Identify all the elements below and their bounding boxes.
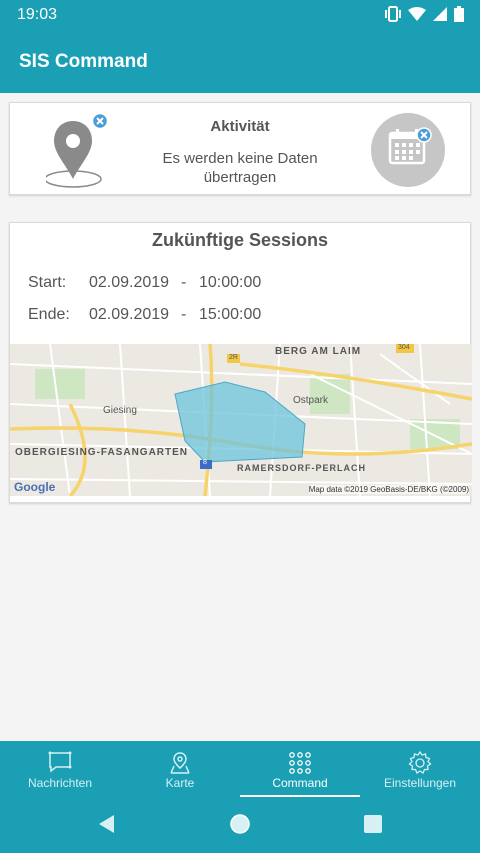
nav-label-nachrichten: Nachrichten (27, 776, 93, 790)
map-label-ostpark: Ostpark (293, 395, 329, 406)
map-label-giesing: Giesing (103, 405, 137, 416)
nav-item-karte[interactable]: Karte (120, 741, 240, 801)
signal-icon (433, 7, 447, 21)
battery-icon (454, 6, 464, 22)
end-label: Ende: (28, 306, 70, 323)
recents-icon[interactable] (363, 813, 383, 835)
map-road-8: 8 (203, 459, 207, 466)
nav-item-command[interactable]: Command (240, 741, 360, 801)
message-icon (48, 751, 72, 773)
session-map[interactable]: BERG AM LAIM 304 2R Giesing Ostpark OBER… (10, 344, 472, 496)
google-logo: Google (14, 480, 56, 494)
map-label-obergiesing: OBERGIESING-FASANGARTEN (15, 447, 189, 458)
map-icon (170, 752, 190, 774)
map-road-304: 304 (398, 344, 410, 351)
vibrate-icon (385, 6, 401, 22)
start-label: Start: (28, 274, 67, 291)
wifi-icon (408, 7, 426, 21)
map-label-ramersdorf: RAMERSDORF-PERLACH (237, 463, 366, 473)
session-start-row: Start: 02.09.2019 - 10:00:00 (28, 274, 261, 292)
nav-label-command: Command (272, 776, 328, 790)
map-attribution: Map data ©2019 GeoBasis-DE/BKG (©2009) (308, 485, 469, 494)
bottom-navigation: Nachrichten Karte Command Einstellungen (0, 741, 480, 801)
gear-icon (408, 751, 432, 774)
app-bar: SIS Command (0, 30, 480, 93)
calendar-off-icon (371, 113, 445, 187)
activity-card: Aktivität Es werden keine Daten übertrag… (9, 102, 471, 195)
session-end-row: Ende: 02.09.2019 - 15:00:00 (28, 306, 261, 324)
system-navigation-bar (0, 801, 480, 853)
status-icons (384, 6, 464, 22)
app-title: SIS Command (19, 51, 148, 72)
command-icon (289, 752, 311, 774)
map-road-2r: 2R (229, 354, 238, 361)
end-separator: - (181, 306, 187, 323)
start-date: 02.09.2019 (89, 274, 170, 291)
nav-label-einstellungen: Einstellungen (383, 776, 457, 790)
start-separator: - (181, 274, 187, 291)
nav-item-einstellungen[interactable]: Einstellungen (360, 741, 480, 801)
status-time: 19:03 (17, 6, 58, 23)
home-icon[interactable] (229, 813, 251, 835)
status-bar: 19:03 (0, 0, 480, 30)
sessions-title: Zukünftige Sessions (151, 230, 329, 250)
map-label-berg: BERG AM LAIM (275, 346, 362, 357)
nav-item-nachrichten[interactable]: Nachrichten (0, 741, 120, 801)
end-time: 15:00:00 (199, 306, 262, 323)
nav-label-karte: Karte (165, 776, 195, 790)
end-date: 02.09.2019 (89, 306, 170, 323)
start-time: 10:00:00 (199, 274, 262, 291)
activity-message: Es werden keine Daten übertragen (162, 150, 318, 186)
back-icon[interactable] (96, 813, 116, 835)
sessions-card[interactable]: Zukünftige Sessions Start: 02.09.2019 - … (9, 222, 472, 503)
